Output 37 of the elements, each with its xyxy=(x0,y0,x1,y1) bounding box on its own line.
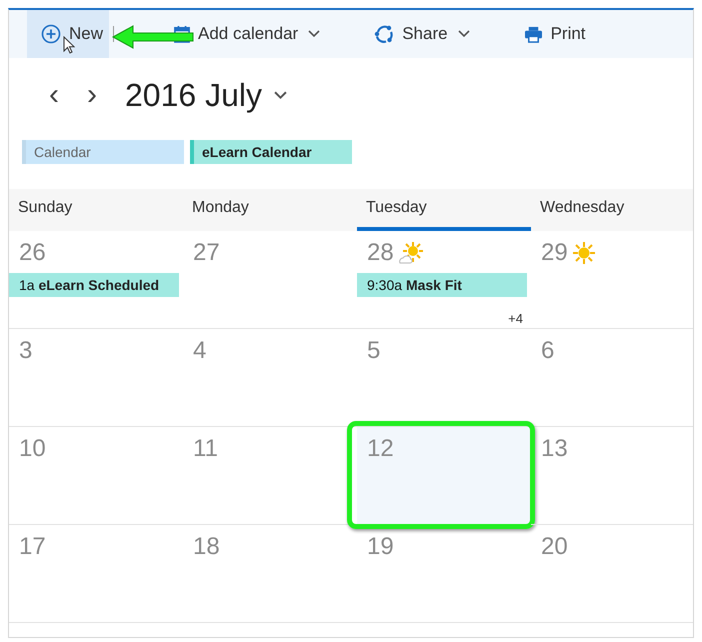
day-header: Monday xyxy=(183,189,357,231)
date-number: 5 xyxy=(367,337,380,365)
day-header: Sunday xyxy=(9,189,183,231)
date-number: 17 xyxy=(19,533,46,561)
date-number: 19 xyxy=(367,533,394,561)
date-number: 11 xyxy=(193,435,218,463)
day-header: Wednesday xyxy=(531,189,693,231)
event-bar[interactable]: 9:30a Mask Fit xyxy=(357,273,527,297)
date-number: 27 xyxy=(193,239,220,267)
event-bar[interactable]: 1a eLearn Scheduled xyxy=(9,273,179,297)
chevron-down-icon xyxy=(274,90,287,100)
toolbar-button[interactable]: Print xyxy=(514,10,596,58)
date-number: 20 xyxy=(541,533,568,561)
day-header: Tuesday xyxy=(357,189,531,231)
date-number: 29 xyxy=(541,239,568,267)
sun-icon xyxy=(572,241,596,265)
plus-circle-icon xyxy=(41,24,61,44)
date-number: 12 xyxy=(367,435,394,463)
date-number: 28 xyxy=(367,239,394,267)
date-number: 18 xyxy=(193,533,220,561)
date-number: 13 xyxy=(541,435,568,463)
share-icon xyxy=(374,24,394,44)
calendar-chip[interactable]: Calendar xyxy=(22,140,184,164)
date-number: 6 xyxy=(541,337,554,365)
more-events-link[interactable]: +4 xyxy=(508,311,523,326)
date-number: 10 xyxy=(19,435,46,463)
date-number: 4 xyxy=(193,337,206,365)
previous-month-button[interactable]: ‹ xyxy=(35,80,73,110)
toolbar-button[interactable]: New xyxy=(27,10,110,58)
date-number: 3 xyxy=(19,337,32,365)
printer-icon xyxy=(524,26,543,42)
date-number: 26 xyxy=(19,239,46,267)
sun-cloud-icon xyxy=(398,241,424,265)
calendar-chip[interactable]: eLearn Calendar xyxy=(190,140,352,164)
next-month-button[interactable]: › xyxy=(73,80,111,110)
toolbar-button[interactable]: Share xyxy=(364,10,480,58)
month-title[interactable]: 2016 July xyxy=(111,76,287,114)
